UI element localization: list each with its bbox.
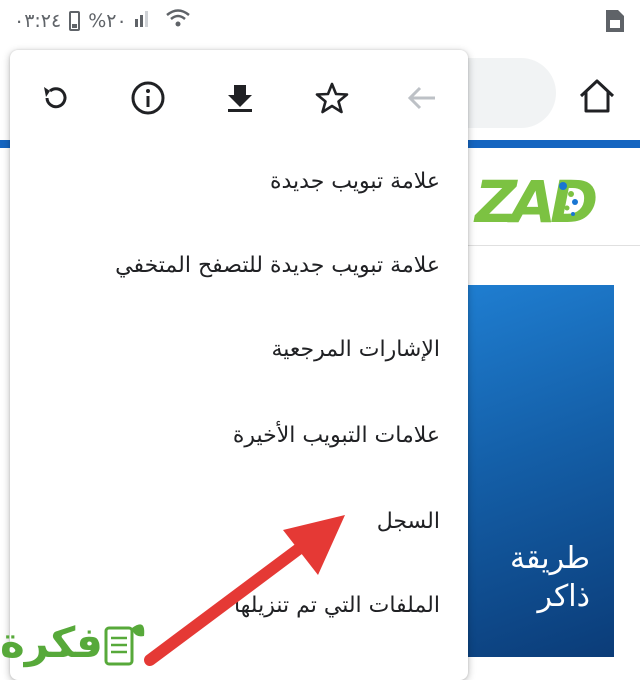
logo-graphic xyxy=(545,172,585,236)
status-left: ٠٣:٢٤ %٢٠ xyxy=(14,8,191,33)
download-button[interactable] xyxy=(216,74,264,122)
menu-item-recent-tabs[interactable]: علامات التبويب الأخيرة xyxy=(233,406,440,466)
menu-item-new-incognito-tab[interactable]: علامة تبويب جديدة للتصفح المتخفي xyxy=(115,236,440,296)
star-icon xyxy=(315,82,349,114)
info-icon xyxy=(131,81,165,115)
overflow-menu: علامة تبويب جديدة علامة تبويب جديدة للتص… xyxy=(10,50,468,680)
forward-button[interactable] xyxy=(398,74,446,122)
status-bar: ٠٣:٢٤ %٢٠ xyxy=(0,0,640,40)
menu-item-bookmarks[interactable]: الإشارات المرجعية xyxy=(271,320,440,380)
clock: ٠٣:٢٤ xyxy=(14,9,62,32)
sim-icon xyxy=(604,8,626,38)
home-icon xyxy=(579,79,615,113)
download-icon xyxy=(228,85,252,112)
refresh-icon xyxy=(44,87,67,109)
watermark-text: فكرة xyxy=(0,618,103,667)
home-button[interactable] xyxy=(575,74,619,118)
menu-item-history[interactable]: السجل xyxy=(377,492,440,552)
article-title[interactable]: طريقة ذاكر xyxy=(510,540,590,616)
battery-icon xyxy=(69,10,81,31)
page-info-button[interactable] xyxy=(124,74,172,122)
signal-icon xyxy=(134,9,157,32)
wifi-icon xyxy=(165,8,191,33)
battery-percent: %٢٠ xyxy=(88,9,127,32)
menu-item-downloads[interactable]: الملفات التي تم تنزيلها xyxy=(234,576,440,636)
book-leaf-icon xyxy=(104,624,145,666)
menu-item-new-tab[interactable]: علامة تبويب جديدة xyxy=(270,152,440,212)
back-arrow-icon xyxy=(407,86,435,110)
reload-button[interactable] xyxy=(32,74,80,122)
bookmark-star-button[interactable] xyxy=(308,74,356,122)
menu-icon-row xyxy=(10,50,468,144)
watermark: فكرة xyxy=(0,610,150,674)
